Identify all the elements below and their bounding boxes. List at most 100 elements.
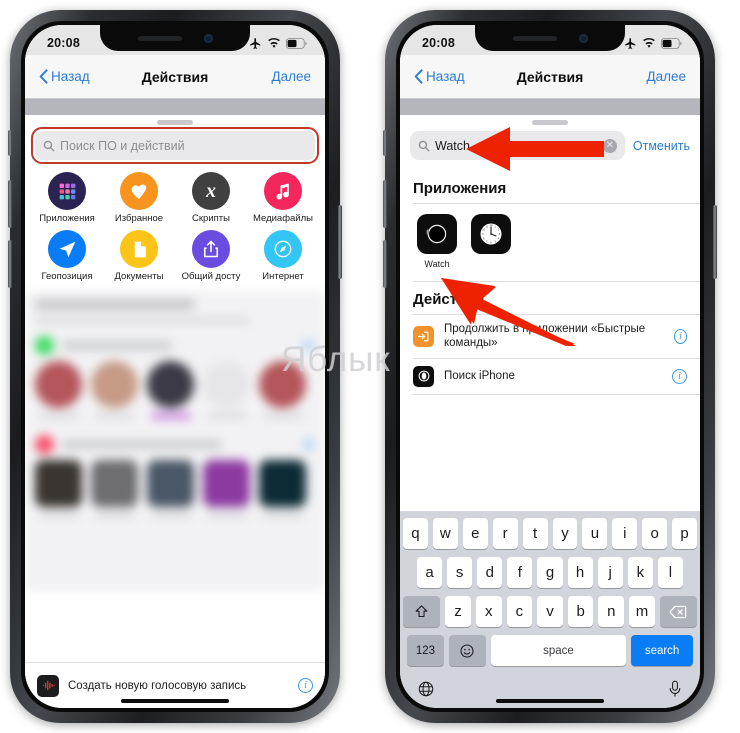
red-arrow-to-search-field (466, 127, 604, 171)
back-button[interactable]: Назад (414, 69, 465, 84)
iphone-device-right: 20:08 Назад Действия Далее Watch ✕ Отмен… (383, 10, 717, 723)
on-screen-keyboard: q w e r t y u i o p a s d f g h j k l z … (400, 511, 700, 708)
key-c[interactable]: c (506, 596, 533, 627)
search-input[interactable]: Поиск ПО и действий (31, 127, 319, 164)
find-iphone-icon (413, 365, 434, 387)
continue-shortcut-icon (413, 325, 434, 347)
volume-up-button[interactable] (383, 180, 387, 228)
key-g[interactable]: g (537, 557, 563, 588)
home-indicator[interactable] (121, 699, 229, 703)
key-d[interactable]: d (477, 557, 503, 588)
location-arrow-icon (48, 230, 86, 269)
back-button[interactable]: Назад (39, 69, 90, 84)
search-value: Watch (435, 138, 470, 153)
clock-icon: 12 3 69 12 45 78 10 11 (471, 213, 511, 254)
key-s[interactable]: s (447, 557, 473, 588)
emoji-icon[interactable] (448, 635, 486, 666)
globe-icon[interactable] (417, 680, 435, 703)
key-j[interactable]: j (597, 557, 623, 588)
grid-item-location[interactable]: Геопозиция (31, 230, 103, 282)
key-x[interactable]: x (475, 596, 502, 627)
info-icon[interactable]: i (672, 368, 687, 384)
microphone-icon[interactable] (667, 680, 683, 703)
grid-item-share[interactable]: Общий досту (175, 230, 247, 282)
sheet-backdrop (400, 99, 700, 115)
earpiece-speaker (512, 35, 557, 41)
chevron-left-icon (414, 69, 423, 84)
grid-item-label: Избранное (114, 213, 164, 224)
search-icon (43, 140, 55, 151)
wifi-icon (268, 38, 280, 48)
grid-item-favorites[interactable]: Избранное (103, 172, 175, 224)
next-button[interactable]: Далее (271, 69, 311, 84)
action-row-find-iphone[interactable]: Поиск iPhone i (400, 358, 700, 394)
key-h[interactable]: h (567, 557, 593, 588)
power-button[interactable] (338, 205, 342, 279)
search-placeholder: Поиск ПО и действий (60, 138, 185, 153)
grid-item-label: Документы (114, 271, 164, 283)
grid-item-label: Геопозиция (41, 271, 93, 283)
key-b[interactable]: b (567, 596, 594, 627)
shift-icon[interactable] (403, 596, 441, 627)
key-i[interactable]: i (612, 518, 638, 549)
key-t[interactable]: t (522, 518, 548, 549)
key-a[interactable]: a (417, 557, 443, 588)
back-label: Назад (51, 69, 90, 84)
key-v[interactable]: v (537, 596, 563, 627)
grid-item-internet[interactable]: Интернет (247, 230, 319, 282)
key-p[interactable]: p (672, 518, 698, 549)
grid-item-apps[interactable]: Приложения (31, 172, 103, 224)
home-indicator[interactable] (496, 699, 604, 703)
info-icon[interactable]: i (673, 328, 687, 344)
search-return-key[interactable]: search (631, 635, 694, 666)
grid-item-scripts[interactable]: x Скрипты (175, 172, 247, 224)
next-button[interactable]: Далее (646, 69, 686, 84)
key-z[interactable]: z (445, 596, 471, 627)
action-label: Поиск iPhone (444, 370, 515, 383)
key-f[interactable]: f (507, 557, 533, 588)
key-k[interactable]: k (627, 557, 653, 588)
x-script-icon: x (192, 172, 230, 210)
sheet-backdrop (25, 99, 325, 115)
action-picker-sheet: Поиск ПО и действий Приложения Избранное… (25, 120, 325, 591)
key-u[interactable]: u (582, 518, 608, 549)
category-grid: Приложения Избранное x Скрипты Медиафайл… (25, 170, 325, 291)
info-icon[interactable]: i (298, 678, 313, 693)
search-icon (418, 140, 430, 151)
search-row-left: Поиск ПО и действий (25, 125, 325, 170)
notch (475, 25, 625, 51)
keyboard-row-1: q w e r t y u i o p (402, 518, 698, 549)
key-n[interactable]: n (598, 596, 625, 627)
key-y[interactable]: y (552, 518, 578, 549)
grid-item-media[interactable]: Медиафайлы (247, 172, 319, 224)
cancel-button[interactable]: Отменить (633, 139, 690, 153)
key-w[interactable]: w (432, 518, 458, 549)
key-r[interactable]: r (492, 518, 518, 549)
notch (100, 25, 250, 51)
numbers-key[interactable]: 123 (407, 635, 444, 666)
key-q[interactable]: q (402, 518, 428, 549)
backspace-icon[interactable] (659, 596, 697, 627)
volume-up-button[interactable] (8, 180, 12, 228)
screen-left: 20:08 Назад Действия Далее Поиск ПО и де… (25, 25, 325, 708)
grid-item-documents[interactable]: Документы (103, 230, 175, 282)
key-e[interactable]: e (462, 518, 488, 549)
document-icon (120, 230, 158, 269)
space-key[interactable]: space (490, 635, 627, 666)
key-m[interactable]: m (629, 596, 655, 627)
mute-switch[interactable] (8, 130, 12, 156)
key-o[interactable]: o (642, 518, 668, 549)
section-header-apps: Приложения (413, 180, 507, 197)
red-arrow-to-watch-app (441, 278, 576, 346)
heart-icon (120, 172, 158, 210)
grid-item-label: Приложения (39, 213, 95, 224)
bottom-action-label: Создать новую голосовую запись (68, 679, 247, 692)
volume-down-button[interactable] (8, 240, 12, 288)
volume-down-button[interactable] (383, 240, 387, 288)
front-camera-icon (578, 33, 588, 43)
apple-watch-icon (417, 213, 457, 254)
grid-item-label: Общий досту (181, 271, 241, 283)
mute-switch[interactable] (383, 130, 387, 156)
power-button[interactable] (713, 205, 717, 279)
key-l[interactable]: l (657, 557, 683, 588)
